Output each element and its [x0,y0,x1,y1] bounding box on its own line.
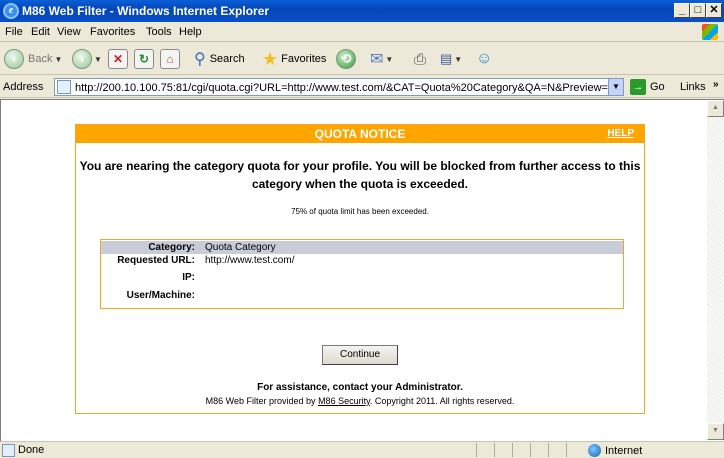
messenger-button[interactable]: ☺ [476,48,492,70]
search-button[interactable]: ⚲ Search [194,48,245,70]
m86-security-link[interactable]: M86 Security [318,396,370,406]
back-button[interactable]: ‹ Back ▼ [4,48,62,70]
info-row-category: Category: Quota Category [101,241,623,254]
menu-file[interactable]: File [5,26,23,38]
help-link[interactable]: HELP [607,128,634,139]
refresh-button[interactable]: ↻ [134,48,154,70]
menu-help[interactable]: Help [179,26,202,38]
stop-button[interactable]: ✕ [108,48,128,70]
page-view: QUOTA NOTICE HELP You are nearing the ca… [9,108,708,430]
search-label: Search [209,53,245,65]
star-icon: ★ [262,48,279,69]
info-row-user: User/Machine: [101,289,623,302]
ie-logo-icon: e [3,3,19,19]
globe-icon [588,444,601,457]
chevron-down-icon: ▼ [54,54,63,64]
edit-icon: ▤ [440,51,453,66]
footer-prefix: M86 Web Filter provided by [205,396,319,406]
address-url: http://200.10.100.75:81/cgi/quota.cgi?UR… [75,82,621,94]
stop-icon: ✕ [108,49,128,69]
vertical-scrollbar[interactable]: ▲ ▼ [707,100,724,440]
history-button[interactable]: ⟲ [336,48,356,70]
home-button[interactable]: ⌂ [160,48,180,70]
quota-percent: 75% of quota limit has been exceeded. [291,207,429,216]
info-value: Quota Category [205,242,276,253]
edit-button[interactable]: ▤ ▼ [440,48,462,70]
chevron-down-icon: ▼ [385,54,394,64]
maximize-button[interactable]: □ [690,3,706,18]
menu-view[interactable]: View [57,26,81,38]
request-info-table: Category: Quota Category Requested URL: … [100,239,624,309]
status-text: Done [18,444,45,456]
history-icon: ⟲ [336,49,356,69]
status-cell [476,443,494,457]
back-label: Back [28,53,53,65]
panel-title: QUOTA NOTICE [314,127,406,141]
info-key: User/Machine: [126,290,195,301]
info-row-ip: IP: [101,271,623,284]
info-key: IP: [182,272,195,283]
mail-icon: ✉ [370,51,384,68]
menu-bar: File Edit View Favorites Tools Help [0,22,724,42]
print-button[interactable]: ⎙ [414,48,426,70]
status-cell [548,443,566,457]
favorites-label: Favorites [281,53,327,65]
status-cell [566,443,584,457]
windows-logo-icon [702,24,718,40]
favorites-button[interactable]: ★ Favorites [262,48,326,70]
go-label: Go [650,81,665,93]
panel-header: QUOTA NOTICE HELP [76,125,644,143]
chevron-down-icon: ▼ [94,54,102,64]
links-expand-icon[interactable]: » [713,79,719,90]
info-key: Category: [148,242,195,253]
quota-message: You are nearing the category quota for y… [79,159,641,191]
forward-button[interactable]: › ▼ [72,48,102,70]
home-icon: ⌂ [160,49,180,69]
chevron-down-icon: ▼ [454,54,463,64]
close-button[interactable]: ✕ [706,3,722,18]
address-input[interactable]: http://200.10.100.75:81/cgi/quota.cgi?UR… [54,78,624,96]
continue-button[interactable]: Continue [322,345,398,365]
menu-edit[interactable]: Edit [31,26,50,38]
messenger-icon: ☺ [476,50,493,67]
security-zone[interactable]: Internet [588,444,642,457]
print-icon: ⎙ [414,50,427,68]
status-cell [494,443,512,457]
info-value: http://www.test.com/ [205,255,295,266]
links-button[interactable]: Links [680,81,706,93]
title-bar: e M86 Web Filter - Windows Internet Expl… [0,0,724,22]
assistance-text: For assistance, contact your Administrat… [257,382,463,393]
address-bar: Address http://200.10.100.75:81/cgi/quot… [0,76,724,98]
minimize-button[interactable]: _ [674,3,690,18]
status-bar: Done Internet [0,441,724,458]
address-label: Address [3,81,44,93]
status-cell [512,443,530,457]
toolbar: ‹ Back ▼ › ▼ ✕ ↻ ⌂ ⚲ Search ★ Favorites … [0,43,724,75]
window-title: M86 Web Filter - Windows Internet Explor… [22,4,270,18]
go-button[interactable]: → Go [630,79,665,95]
menu-favorites[interactable]: Favorites [90,26,135,38]
menu-tools[interactable]: Tools [146,26,172,38]
status-cell [530,443,548,457]
refresh-icon: ↻ [134,49,154,69]
scroll-down-icon[interactable]: ▼ [707,423,724,440]
content-area: QUOTA NOTICE HELP You are nearing the ca… [0,99,724,441]
search-icon: ⚲ [194,51,206,68]
mail-button[interactable]: ✉ ▼ [370,48,393,70]
page-done-icon [2,444,15,457]
go-arrow-icon: → [630,79,646,95]
address-dropdown-icon[interactable]: ▼ [608,79,623,95]
scroll-up-icon[interactable]: ▲ [707,100,724,117]
footer-text: M86 Web Filter provided by M86 Security.… [76,396,644,406]
quota-notice-panel: QUOTA NOTICE HELP You are nearing the ca… [75,124,645,414]
zone-label: Internet [605,444,643,457]
footer-suffix: . Copyright 2011. All rights reserved. [369,396,515,406]
info-row-url: Requested URL: http://www.test.com/ [101,254,623,267]
back-arrow-icon: ‹ [4,49,24,69]
info-key: Requested URL: [117,255,195,266]
page-icon [57,80,71,94]
forward-arrow-icon: › [72,49,92,69]
browser-window: e M86 Web Filter - Windows Internet Expl… [0,0,724,458]
